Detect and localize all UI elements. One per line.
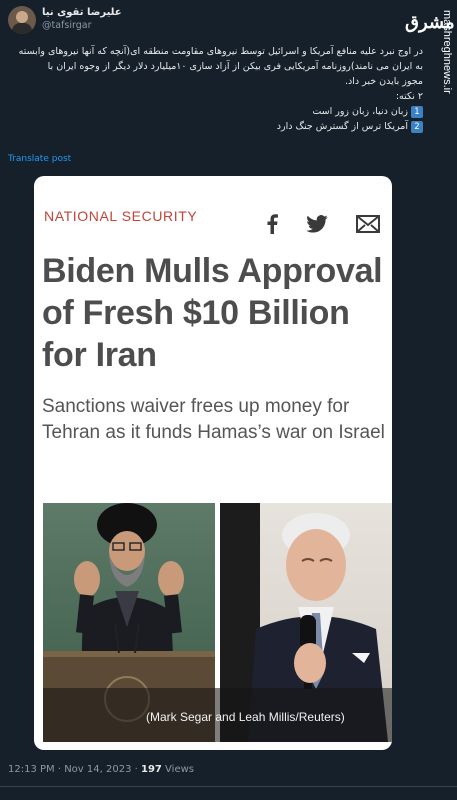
share-icons [266, 214, 380, 234]
article-kicker: NATIONAL SECURITY [44, 208, 198, 224]
mashregh-logo: مشرق [405, 12, 455, 33]
author-names: علیرضا تقوی نیا @tafsirgar [42, 6, 122, 32]
twitter-icon[interactable] [306, 215, 328, 233]
article-headline: Biden Mulls Approval of Fresh $10 Billio… [42, 252, 383, 374]
tweet-line: به ایران می نامند)روزنامه آمریکایی فری ب… [47, 61, 423, 72]
watermark-url: mashreghnews.ir [441, 10, 453, 94]
tweet-header: علیرضا تقوی نیا @tafsirgar [8, 6, 122, 34]
tweet-point-text: زبان دنیا، زبان زور است [312, 106, 408, 117]
tweet-point: 1زبان دنیا، زبان زور است [8, 104, 423, 119]
tweet-time[interactable]: 12:13 PM [8, 764, 55, 775]
facebook-icon[interactable] [266, 214, 278, 234]
number-badge-icon: 2 [411, 120, 423, 133]
user-handle[interactable]: @tafsirgar [42, 19, 122, 32]
views-label: Views [165, 764, 194, 775]
avatar[interactable] [8, 6, 36, 34]
tweet-line: مجوز بایدن خبر داد. [344, 76, 423, 87]
tweet-line: در اوج نبرد علیه منافع آمریکا و اسرائیل … [18, 46, 423, 57]
divider [0, 786, 457, 787]
mail-icon[interactable] [356, 215, 380, 233]
article-subhead: Sanctions waiver frees up money for Tehr… [42, 396, 385, 443]
article-card[interactable]: NATIONAL SECURITY Biden Mulls Approval o… [34, 176, 392, 750]
tweet-text: در اوج نبرد علیه منافع آمریکا و اسرائیل … [8, 44, 423, 134]
photo-caption: (Mark Segar and Leah Millis/Reuters) [146, 710, 345, 724]
tweet-point-text: آمریکا ترس از گسترش جنگ دارد [276, 121, 408, 132]
translate-post-link[interactable]: Translate post [8, 154, 71, 164]
tweet-date[interactable]: Nov 14, 2023 [64, 764, 131, 775]
tweet-meta: 12:13 PM · Nov 14, 2023 · 197 Views [8, 764, 194, 775]
views-count: 197 [140, 764, 162, 775]
number-badge-icon: 1 [411, 105, 423, 118]
tweet-line: ۲ نکته: [395, 91, 423, 102]
display-name[interactable]: علیرضا تقوی نیا [42, 6, 122, 19]
tweet-point: 2آمریکا ترس از گسترش جنگ دارد [8, 119, 423, 134]
